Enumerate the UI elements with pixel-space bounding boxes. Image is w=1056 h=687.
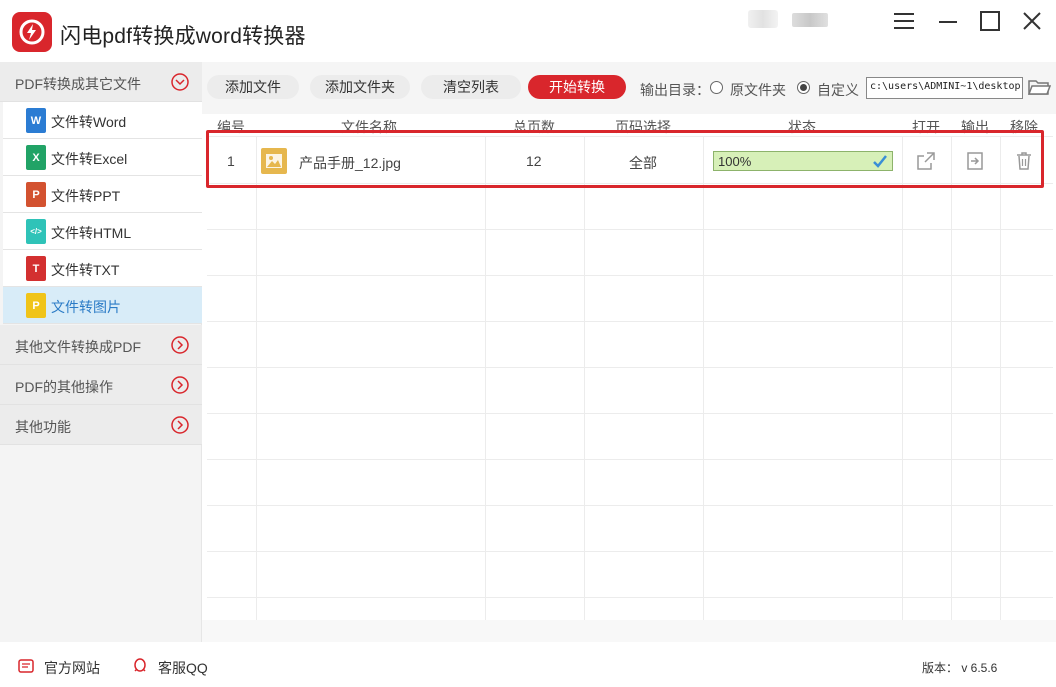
app-logo-icon [12, 12, 52, 52]
radio-original-folder[interactable] [710, 81, 723, 94]
sidebar-group-label: PDF的其他操作 [15, 379, 113, 395]
column-header-status: 状态 [788, 119, 816, 135]
grid-line [207, 367, 1053, 368]
toolbar: 添加文件 添加文件夹 清空列表 开始转换 输出目录： 原文件夹 自定义 c:\u… [202, 62, 1056, 114]
sidebar-group-label: 其他功能 [15, 419, 71, 435]
column-header-pages: 总页数 [513, 119, 555, 135]
version-text: 版本： v 6.5.6 [922, 661, 998, 675]
check-icon [873, 155, 887, 168]
row-page-selection[interactable]: 全部 [629, 153, 657, 173]
column-header-open: 打开 [912, 119, 940, 135]
grid-line [207, 321, 1053, 322]
grid-line [207, 505, 1053, 506]
sidebar-item-excel[interactable]: X 文件转Excel [3, 139, 202, 176]
grid-line [207, 551, 1053, 552]
sidebar-group-label: PDF转换成其它文件 [15, 76, 141, 92]
grid-line [703, 136, 704, 620]
sidebar-item-txt[interactable]: T 文件转TXT [3, 250, 202, 287]
grid-line [485, 136, 486, 620]
column-header-page-selection: 页码选择 [615, 119, 671, 135]
folder-icon[interactable] [1027, 76, 1052, 98]
add-folder-button[interactable]: 添加文件夹 [310, 75, 410, 99]
chevron-right-icon [171, 336, 189, 354]
clear-list-button[interactable]: 清空列表 [421, 75, 521, 99]
sidebar-item-label: 文件转图片 [51, 299, 121, 315]
add-file-button[interactable]: 添加文件 [207, 75, 299, 99]
image-file-icon [261, 148, 287, 174]
trash-icon[interactable] [1014, 151, 1034, 171]
chevron-right-icon [171, 416, 189, 434]
grid-line [207, 413, 1053, 414]
app-title: 闪电pdf转换成word转换器 [60, 25, 306, 48]
txt-icon: T [26, 256, 46, 281]
status-bar: 官方网站 客服QQ 版本： v 6.5.6 [0, 642, 1056, 687]
chevron-right-icon [171, 376, 189, 394]
sidebar-item-label: 文件转PPT [51, 188, 121, 204]
sidebar-item-label: 文件转TXT [51, 262, 120, 278]
grid-line [584, 136, 585, 620]
grid-line [207, 597, 1053, 598]
sidebar-item-ppt[interactable]: P 文件转PPT [3, 176, 202, 213]
word-icon: W [26, 108, 46, 133]
file-table: 编号 文件名称 总页数 页码选择 状态 打开 输出 移除 1 产品手册_12.j… [207, 114, 1053, 620]
sidebar-group-pdf-to-other[interactable]: PDF转换成其它文件 [0, 62, 202, 102]
sidebar-item-label: 文件转Word [51, 114, 127, 130]
html-icon: </> [26, 219, 46, 244]
sidebar-group-pdf-other-ops[interactable]: PDF的其他操作 [0, 365, 202, 405]
customer-service-link[interactable]: 客服QQ [158, 658, 208, 678]
ppt-icon: P [26, 182, 46, 207]
sidebar: PDF转换成其它文件 W 文件转Word X 文件转Excel P 文件转PPT… [0, 62, 202, 642]
row-index: 1 [227, 153, 235, 169]
original-folder-label: 原文件夹 [730, 82, 786, 98]
sidebar-group-label: 其他文件转换成PDF [15, 339, 141, 355]
user-name[interactable] [792, 13, 828, 27]
row-status: 100% [718, 154, 752, 169]
maximize-icon[interactable] [972, 8, 1008, 34]
qq-icon [134, 658, 146, 672]
title-bar: 闪电pdf转换成word转换器 [0, 0, 1056, 62]
chevron-down-icon [171, 73, 189, 91]
column-header-output: 输出 [961, 119, 989, 135]
column-header-remove: 移除 [1010, 119, 1038, 135]
row-pages: 12 [526, 153, 542, 169]
grid-line [1000, 136, 1001, 620]
excel-icon: X [26, 145, 46, 170]
table-footer [202, 620, 1056, 642]
output-dir-label: 输出目录： [640, 82, 710, 98]
grid-line [207, 275, 1053, 276]
home-icon [18, 659, 34, 673]
output-path-input[interactable]: c:\users\ADMINI~1\desktop [866, 77, 1023, 99]
column-header-filename: 文件名称 [341, 119, 397, 135]
sidebar-item-image[interactable]: P 文件转图片 [3, 287, 202, 324]
sidebar-item-label: 文件转HTML [51, 225, 132, 241]
grid-line [207, 229, 1053, 230]
grid-line [902, 136, 903, 620]
sidebar-item-label: 文件转Excel [51, 151, 128, 167]
radio-custom[interactable] [797, 81, 810, 94]
menu-icon[interactable] [886, 8, 922, 34]
user-avatar[interactable] [748, 10, 778, 28]
row-filename: 产品手册_12.jpg [299, 155, 401, 171]
grid-line [951, 136, 952, 620]
sidebar-item-html[interactable]: </> 文件转HTML [3, 213, 202, 250]
grid-line [207, 183, 1053, 184]
official-website-link[interactable]: 官方网站 [44, 658, 100, 678]
sidebar-group-other-to-pdf[interactable]: 其他文件转换成PDF [0, 325, 202, 365]
grid-line [256, 136, 257, 620]
grid-line [207, 459, 1053, 460]
start-convert-button[interactable]: 开始转换 [528, 75, 626, 99]
custom-label: 自定义 [817, 82, 859, 98]
close-icon[interactable] [1014, 8, 1050, 34]
image-icon: P [26, 293, 46, 318]
output-icon[interactable] [965, 151, 985, 171]
table-row[interactable]: 1 产品手册_12.jpg 12 全部 100% [207, 137, 1053, 183]
minimize-icon[interactable] [930, 8, 966, 34]
sidebar-group-other-functions[interactable]: 其他功能 [0, 405, 202, 445]
column-header-index: 编号 [217, 119, 245, 135]
sidebar-item-word[interactable]: W 文件转Word [3, 102, 202, 139]
row-progress-bar: 100% [713, 151, 893, 171]
open-external-icon[interactable] [916, 151, 936, 171]
